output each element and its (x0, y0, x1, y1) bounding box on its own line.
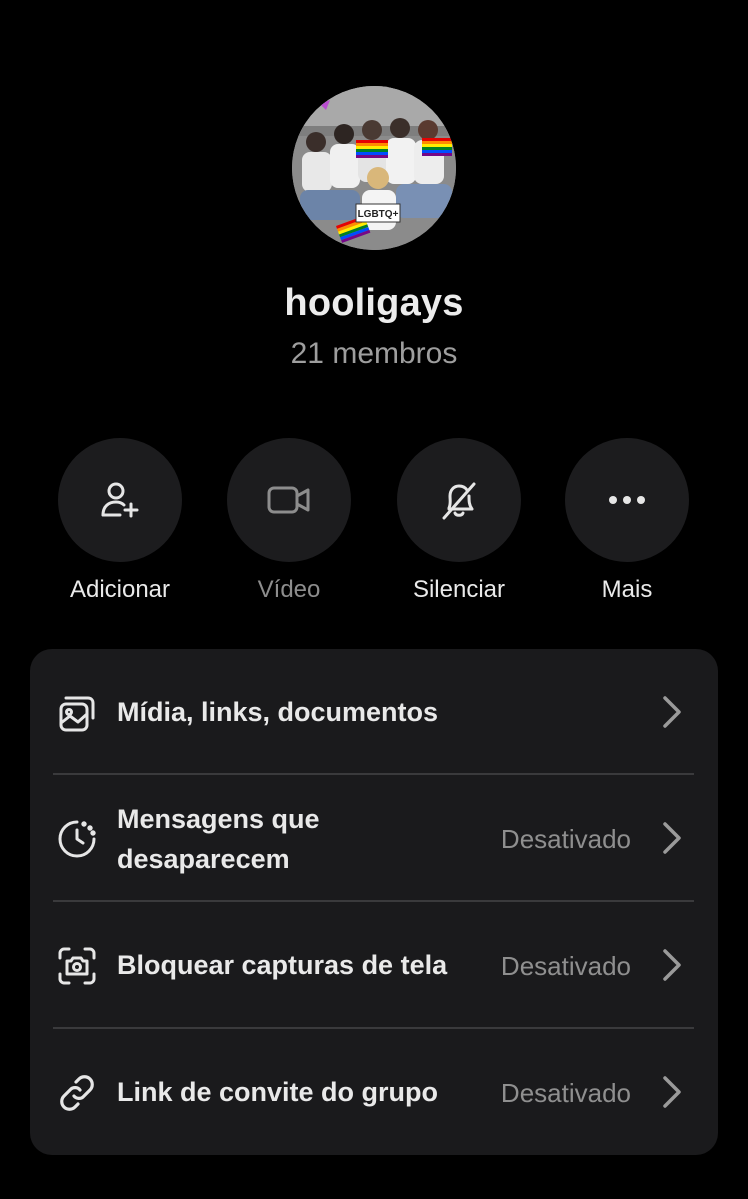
chevron-right-icon (663, 1076, 681, 1108)
settings-row-media[interactable]: Mídia, links, documentos (30, 649, 718, 775)
video-call-button[interactable]: Vídeo (204, 438, 374, 604)
settings-row-block-screenshots[interactable]: Bloquear capturas de tela Desativado (30, 902, 718, 1028)
block-screenshots-title: Bloquear capturas de tela (117, 950, 448, 980)
more-button[interactable]: Mais (542, 438, 712, 604)
block-screenshots-status: Desativado (500, 951, 631, 981)
add-member-circle[interactable] (58, 438, 182, 562)
add-member-label: Adicionar (69, 576, 171, 603)
more-icon (609, 496, 645, 504)
settings-row-invite-link[interactable]: Link de convite do grupo Desativado (30, 1029, 718, 1155)
disappearing-messages-status: Desativado (500, 824, 631, 854)
invite-link-title: Link de convite do grupo (117, 1077, 439, 1107)
chevron-right-icon (663, 822, 681, 854)
avatar-sign-text: LGBTQ+ (358, 209, 399, 220)
disappearing-messages-title-line2: desaparecem (117, 844, 290, 874)
more-circle[interactable] (565, 438, 689, 562)
mute-label: Silenciar (412, 576, 506, 603)
screenshot-block-icon (58, 947, 96, 985)
video-call-circle[interactable] (227, 438, 351, 562)
group-name: hooligays (284, 282, 464, 324)
more-label: Mais (601, 576, 653, 603)
group-avatar-image: LGBTQ+ (292, 86, 456, 250)
group-avatar[interactable]: LGBTQ+ (292, 86, 456, 250)
bell-off-icon (442, 482, 476, 520)
media-icon (59, 696, 95, 732)
settings-row-disappearing-messages[interactable]: Mensagens que desaparecem Desativado (30, 775, 718, 901)
video-call-label: Vídeo (257, 576, 321, 603)
group-info-screen: LGBTQ+ hooligays 21 membros Adicionar Ví… (0, 0, 748, 1199)
add-person-icon (101, 482, 139, 518)
link-icon (60, 1075, 94, 1111)
invite-link-status: Desativado (500, 1078, 631, 1108)
action-bar: Adicionar Vídeo Silenciar Mais (0, 438, 748, 608)
chevron-right-icon (663, 696, 681, 728)
video-camera-icon (267, 486, 310, 514)
media-title: Mídia, links, documentos (117, 697, 439, 727)
timer-icon (58, 820, 96, 858)
chevron-right-icon (663, 949, 681, 981)
mute-circle[interactable] (397, 438, 521, 562)
disappearing-messages-title-line1: Mensagens que (117, 804, 320, 834)
mute-button[interactable]: Silenciar (374, 438, 544, 604)
add-member-button[interactable]: Adicionar (35, 438, 205, 604)
member-count[interactable]: 21 membros (0, 337, 748, 371)
settings-card: Mídia, links, documentos Mensagens que d… (30, 649, 718, 1155)
